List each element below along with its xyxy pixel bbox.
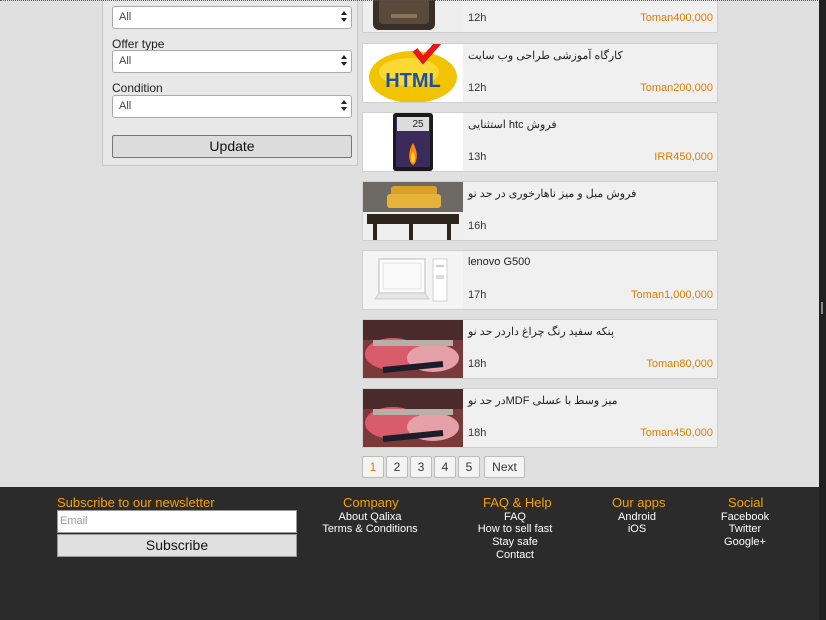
listing-price: Toman450,000 <box>640 427 713 439</box>
offer-type-label: Offer type <box>112 37 165 51</box>
listing-title[interactable]: پنکه سفید رنگ چراغ داردر حد نو <box>468 325 614 338</box>
listing-title[interactable]: در حد نوMDF میز وسط با عسلی <box>468 394 618 407</box>
offer-type-select[interactable]: All <box>112 50 352 73</box>
faq-heading: FAQ & Help <box>483 495 552 510</box>
first-filter-value: All <box>119 11 132 23</box>
apps-heading: Our apps <box>612 495 666 510</box>
about-link[interactable]: About Qalixa <box>320 511 420 523</box>
listing-item[interactable]: در حد نوMDF میز وسط با عسلی 18h Toman450… <box>362 388 718 448</box>
listing-title[interactable]: lenovo G500 <box>468 256 530 268</box>
newsletter-heading: Subscribe to our newsletter <box>57 495 215 510</box>
window-scrollbar[interactable] <box>819 0 826 620</box>
newsletter-email-input[interactable]: Email <box>57 510 297 533</box>
facebook-link[interactable]: Facebook <box>715 511 775 523</box>
listing-price: Toman400,000 <box>640 12 713 24</box>
update-button[interactable]: Update <box>112 135 352 158</box>
listing-item[interactable]: پنکه سفید رنگ چراغ داردر حد نو 18h Toman… <box>362 319 718 379</box>
select-arrows-icon <box>341 100 347 113</box>
page: All Offer type All Condition All Update … <box>0 0 819 620</box>
listing-price: IRR450,000 <box>654 151 713 163</box>
listing-item[interactable]: 12h Toman400,000 <box>362 0 718 33</box>
listing-price: Toman1,000,000 <box>631 289 713 301</box>
page-4-button[interactable]: 4 <box>434 456 456 478</box>
filter-panel: All Offer type All Condition All Update <box>102 0 358 166</box>
ios-link[interactable]: iOS <box>607 523 667 535</box>
listing-title[interactable]: فروش مبل و میز ناهارخوری در حد نو <box>468 187 636 200</box>
listing-age: 12h <box>468 82 487 94</box>
listing-thumbnail[interactable] <box>363 320 463 378</box>
listing-price: Toman80,000 <box>646 358 713 370</box>
next-page-button[interactable]: Next <box>484 456 525 478</box>
listing-thumbnail[interactable] <box>363 182 463 240</box>
company-heading: Company <box>343 495 399 510</box>
social-heading: Social <box>728 495 764 510</box>
stay-safe-link[interactable]: Stay safe <box>465 536 565 548</box>
first-filter-select[interactable]: All <box>112 6 352 29</box>
condition-label: Condition <box>112 81 163 95</box>
google-plus-link[interactable]: Google+ <box>715 536 775 548</box>
listing-title[interactable]: استثنایی htc فروش <box>468 118 557 131</box>
faq-link[interactable]: FAQ <box>465 511 565 523</box>
html-logo-text: HTML <box>385 70 441 92</box>
phone-clock-text: 25 <box>412 119 424 130</box>
listing-thumbnail[interactable] <box>363 389 463 447</box>
page-1-button[interactable]: 1 <box>362 456 384 478</box>
listing-age: 16h <box>468 220 487 232</box>
scrollbar-grip[interactable] <box>821 302 823 314</box>
listing-age: 13h <box>468 151 487 163</box>
terms-link[interactable]: Terms & Conditions <box>320 523 420 535</box>
listing-age: 18h <box>468 427 487 439</box>
top-dotted-edge <box>0 0 826 1</box>
contact-link[interactable]: Contact <box>465 549 565 561</box>
listing-age: 18h <box>468 358 487 370</box>
listing-item[interactable]: 25 استثنایی htc فروش 13h IRR450,000 <box>362 112 718 172</box>
listing-item[interactable]: HTML کارگاه آموزشی طراحی وب سایت 12h Tom… <box>362 43 718 103</box>
condition-value: All <box>119 100 132 112</box>
listing-item[interactable]: فروش مبل و میز ناهارخوری در حد نو 16h <box>362 181 718 241</box>
listing-age: 17h <box>468 289 487 301</box>
listing-thumbnail[interactable] <box>363 251 463 309</box>
sell-fast-link[interactable]: How to sell fast <box>465 523 565 535</box>
subscribe-button[interactable]: Subscribe <box>57 534 297 557</box>
twitter-link[interactable]: Twitter <box>715 523 775 535</box>
listing-item[interactable]: lenovo G500 17h Toman1,000,000 <box>362 250 718 310</box>
listing-thumbnail[interactable]: 25 <box>363 113 463 171</box>
select-arrows-icon <box>341 55 347 68</box>
listing-thumbnail[interactable] <box>363 0 463 32</box>
page-5-button[interactable]: 5 <box>458 456 480 478</box>
condition-select[interactable]: All <box>112 95 352 118</box>
page-3-button[interactable]: 3 <box>410 456 432 478</box>
page-2-button[interactable]: 2 <box>386 456 408 478</box>
listing-age: 12h <box>468 12 487 24</box>
listing-thumbnail[interactable]: HTML <box>363 44 463 102</box>
offer-type-value: All <box>119 55 132 67</box>
footer: Subscribe to our newsletter Email Subscr… <box>0 487 819 620</box>
listing-price: Toman200,000 <box>640 82 713 94</box>
android-link[interactable]: Android <box>607 511 667 523</box>
select-arrows-icon <box>341 11 347 24</box>
listing-title[interactable]: کارگاه آموزشی طراحی وب سایت <box>468 49 623 62</box>
